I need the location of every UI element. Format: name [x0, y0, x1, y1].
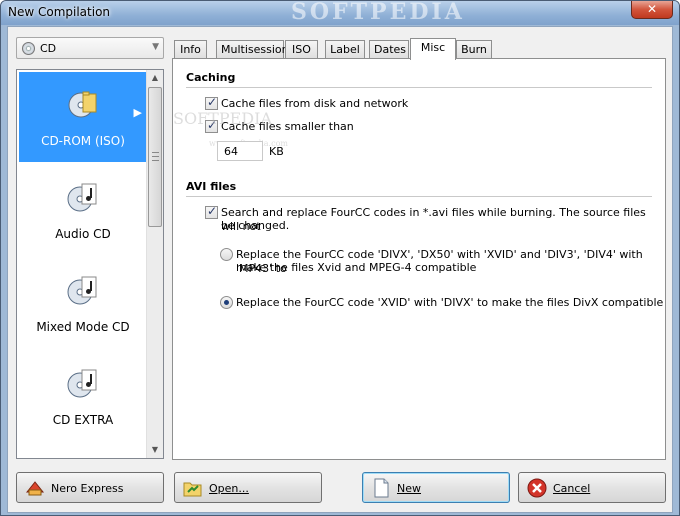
nero-express-label: Nero Express [51, 482, 124, 495]
list-item-label: CD EXTRA [52, 413, 114, 427]
grip-icon [152, 152, 159, 161]
window-title: New Compilation [8, 5, 111, 19]
softpedia-watermark: SOFTPEDIA [173, 109, 272, 128]
tab-dates[interactable]: Dates [369, 40, 409, 59]
chevron-right-icon: ▶ [133, 106, 142, 119]
disc-folder-icon [68, 91, 97, 118]
list-item-mixed-mode-cd[interactable]: Mixed Mode CD [19, 258, 147, 348]
check-icon: ✓ [207, 95, 218, 109]
new-document-icon [374, 478, 389, 498]
fourcc-replace-checkbox[interactable]: ✓ [205, 204, 218, 219]
scrollbar-thumb[interactable] [148, 87, 162, 227]
radio-xvid-label-line2: make the files Xvid and MPEG-4 compatibl… [236, 261, 477, 274]
softpedia-watermark: SOFTPEDIA [291, 0, 465, 25]
radio-replace-with-xvid[interactable] [220, 248, 233, 261]
list-item-cd-extra[interactable]: CD EXTRA [19, 351, 147, 441]
list-item-audio-cd[interactable]: Audio CD [19, 165, 147, 255]
radio-replace-with-divx[interactable] [220, 296, 233, 309]
list-item-label: CD-ROM (ISO) [41, 134, 125, 148]
open-button[interactable]: Open... [174, 472, 322, 503]
list-item-cd-rom-iso[interactable]: CD-ROM (ISO) ▶ [19, 72, 147, 162]
radio-selected-dot [224, 300, 229, 305]
disc-music-note-icon [67, 183, 97, 212]
media-type-select[interactable]: CD ▼ [16, 37, 164, 59]
tab-misc[interactable]: Misc [410, 38, 456, 60]
avi-divider [186, 196, 652, 197]
dialog-client: CD ▼ CD-ROM (ISO) ▶ Audio CD Mixed Mode … [7, 26, 673, 513]
tab-info[interactable]: Info [174, 40, 207, 59]
tab-iso[interactable]: ISO [285, 40, 318, 59]
title-bar[interactable]: New Compilation SOFTPEDIA ✕ [1, 0, 679, 25]
disc-music-note-icon [67, 276, 97, 305]
cancel-icon [527, 478, 547, 498]
compilation-type-list: CD-ROM (ISO) ▶ Audio CD Mixed Mode CD CD… [16, 69, 164, 459]
disc-music-note-icon [67, 369, 97, 398]
caching-divider [186, 87, 652, 88]
new-label: New [397, 482, 421, 495]
scroll-down-icon[interactable]: ▼ [147, 442, 163, 458]
close-button[interactable]: ✕ [631, 1, 673, 19]
list-item-label: Audio CD [55, 227, 111, 241]
fourcc-replace-label-line2: be changed. [221, 219, 290, 232]
open-folder-icon [183, 482, 202, 497]
tab-burn[interactable]: Burn [456, 40, 492, 59]
tab-label[interactable]: Label [325, 40, 365, 59]
open-label: Open... [209, 482, 249, 495]
close-icon: ✕ [646, 2, 658, 16]
cache-size-unit: KB [269, 145, 284, 158]
cancel-button[interactable]: Cancel [518, 472, 666, 503]
new-button[interactable]: New [362, 472, 510, 503]
media-type-value: CD [40, 42, 57, 55]
misc-tab-panel: Caching ✓ Cache files from disk and netw… [172, 58, 666, 460]
chevron-down-icon: ▼ [152, 42, 159, 52]
list-scrollbar[interactable]: ▲ ▼ [146, 70, 163, 458]
check-icon: ✓ [207, 204, 218, 218]
cancel-label: Cancel [553, 482, 591, 495]
nero-express-button[interactable]: Nero Express [16, 472, 164, 503]
tab-multisession[interactable]: Multisession [216, 40, 289, 59]
list-item-label: Mixed Mode CD [36, 320, 130, 334]
avi-files-heading: AVI files [186, 180, 237, 193]
radio-divx-label: Replace the FourCC code 'XVID' with 'DIV… [236, 296, 664, 309]
caching-heading: Caching [186, 71, 236, 84]
nero-express-icon [25, 481, 45, 496]
disc-icon [22, 42, 35, 55]
new-compilation-window: New Compilation SOFTPEDIA ✕ CD ▼ CD-ROM … [0, 0, 680, 516]
scroll-up-icon[interactable]: ▲ [147, 70, 163, 86]
cache-size-input[interactable]: 64 [217, 141, 263, 161]
